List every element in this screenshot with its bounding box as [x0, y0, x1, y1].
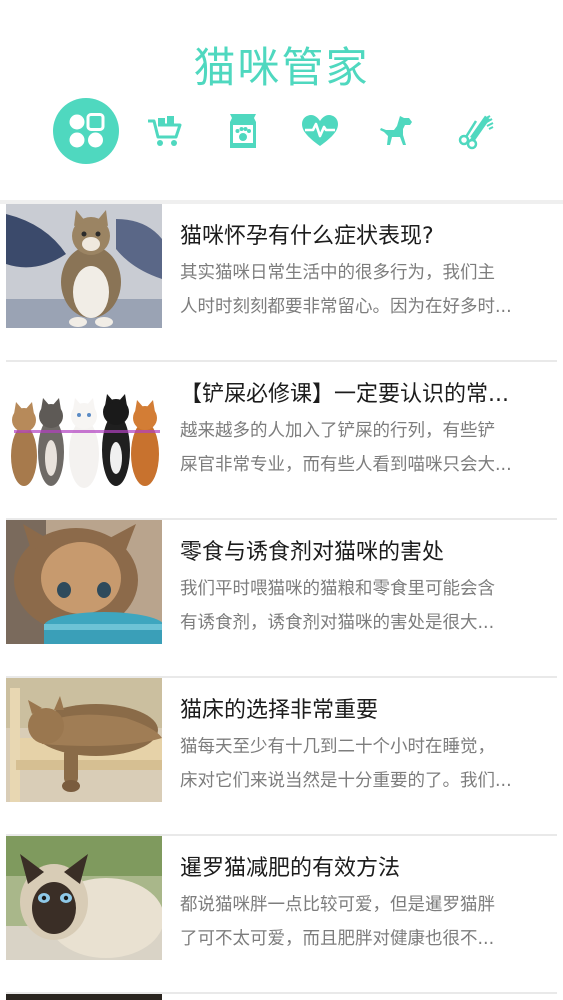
- category-grooming-button[interactable]: [442, 98, 508, 164]
- article-summary: 我们平时喂猫咪的猫粮和零食里可能会含 有诱食剂，诱食剂对猫咪的害处是很大...: [180, 572, 556, 640]
- article-item[interactable]: 暹罗猫减肥的有效方法 都说猫咪胖一点比较可爱，但是暹罗猫胖 了可不太可爱，而且肥…: [0, 836, 563, 994]
- article-summary-line: 我们平时喂猫咪的猫粮和零食里可能会含: [180, 579, 495, 599]
- category-bar: [0, 98, 563, 164]
- article-thumbnail: [6, 678, 162, 802]
- category-shop-button[interactable]: [132, 98, 198, 164]
- app-header: 猫咪管家: [0, 0, 563, 200]
- article-summary: 其实猫咪日常生活中的很多行为，我们主 人时时刻刻都要非常留心。因为在好多时...: [180, 256, 556, 324]
- article-summary-line: 越来越多的人加入了铲屎的行列，有些铲: [180, 421, 495, 441]
- article-summary-line: 人时时刻刻都要非常留心。因为在好多时...: [180, 297, 512, 317]
- article-item[interactable]: 猫咪怀孕有什么症状表现? 其实猫咪日常生活中的很多行为，我们主 人时时刻刻都要非…: [0, 204, 563, 362]
- article-title: 零食与诱食剂对猫咪的害处: [180, 540, 445, 565]
- article-summary-line: 床对它们来说当然是十分重要的了。我们...: [180, 771, 512, 791]
- article-thumbnail: [6, 378, 162, 502]
- article-summary-line: 都说猫咪胖一点比较可爱，但是暹罗猫胖: [180, 895, 495, 915]
- article-title: 【铲屎必修课】一定要认识的常...: [180, 382, 509, 407]
- article-title: 猫咪怀孕有什么症状表现?: [180, 224, 434, 249]
- article-item[interactable]: 猫床的选择非常重要 猫每天至少有十几到二十个小时在睡觉， 床对它们来说当然是十分…: [0, 678, 563, 836]
- grooming-comb-icon: [458, 115, 494, 150]
- category-pet-button[interactable]: [364, 98, 430, 164]
- article-summary-line: 有诱食剂，诱食剂对猫咪的害处是很大...: [180, 613, 495, 633]
- pet-icon: [380, 116, 412, 145]
- article-summary-line: 了可不太可爱，而且肥胖对健康也很不...: [180, 929, 495, 949]
- category-food-button[interactable]: [210, 98, 276, 164]
- category-all-button[interactable]: [53, 98, 119, 164]
- grid-icon: [69, 113, 105, 148]
- article-thumbnail: [6, 836, 162, 960]
- article-summary-line: 屎官非常专业，而有些人看到喵咪只会大...: [180, 455, 512, 475]
- article-summary: 猫每天至少有十几到二十个小时在睡觉， 床对它们来说当然是十分重要的了。我们...: [180, 730, 556, 798]
- heartbeat-icon: [302, 115, 338, 146]
- article-thumbnail: [6, 520, 162, 644]
- article-summary: 都说猫咪胖一点比较可爱，但是暹罗猫胖 了可不太可爱，而且肥胖对健康也很不...: [180, 888, 556, 956]
- article-item[interactable]: 【铲屎必修课】一定要认识的常... 越来越多的人加入了铲屎的行列，有些铲 屎官非…: [0, 362, 563, 520]
- article-title: 暹罗猫减肥的有效方法: [180, 856, 401, 881]
- article-item[interactable]: 零食与诱食剂对猫咪的害处 我们平时喂猫咪的猫粮和零食里可能会含 有诱食剂，诱食剂…: [0, 520, 563, 678]
- article-title: 猫床的选择非常重要: [180, 698, 379, 723]
- article-summary-line: 猫每天至少有十几到二十个小时在睡觉，: [180, 737, 495, 757]
- article-thumbnail: [6, 994, 162, 1000]
- cart-icon: [148, 116, 182, 146]
- article-item[interactable]: [0, 994, 563, 1000]
- article-summary-line: 其实猫咪日常生活中的很多行为，我们主: [180, 263, 495, 283]
- article-thumbnail: [6, 204, 162, 328]
- article-summary: 越来越多的人加入了铲屎的行列，有些铲 屎官非常专业，而有些人看到喵咪只会大...: [180, 414, 556, 482]
- cat-food-icon: [230, 114, 256, 148]
- app-title: 猫咪管家: [193, 43, 370, 92]
- category-health-button[interactable]: [287, 98, 353, 164]
